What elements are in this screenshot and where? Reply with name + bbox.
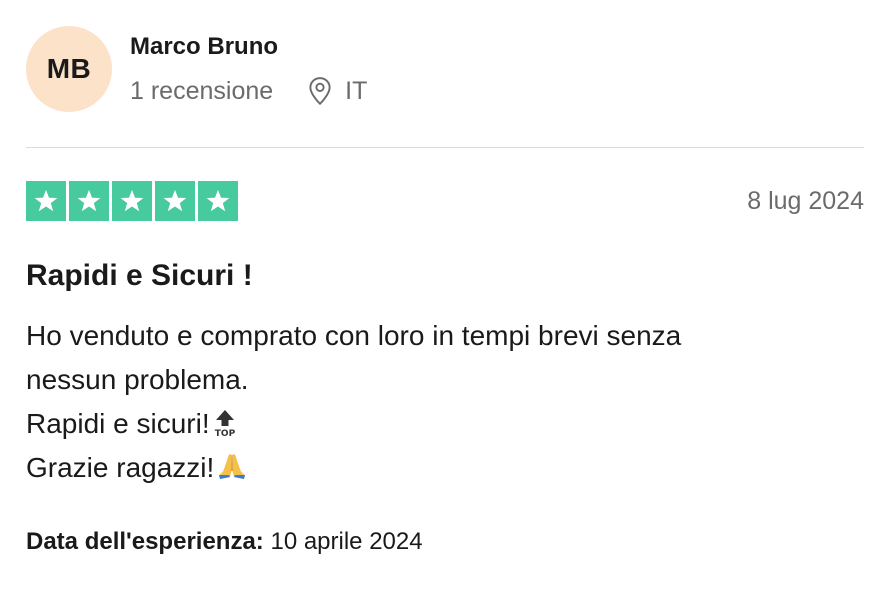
review-line: Grazie ragazzi! [26,452,215,483]
star-2 [69,181,109,221]
reviewer-meta: 1 recensione IT [130,76,367,106]
review-date: 8 lug 2024 [747,186,864,215]
star-icon [163,189,187,212]
experience-date-row: Data dell'esperienza: 10 aprile 2024 [26,526,423,558]
star-rating [26,181,238,221]
review-line: Rapidi e sicuri! [26,408,210,439]
experience-date: 10 aprile 2024 [270,528,423,555]
review-card: MB Marco Bruno 1 recensione IT 8 lug 202… [26,26,864,555]
star-5 [198,181,238,221]
map-pin-icon [309,77,331,105]
reviewer-country: IT [345,77,368,105]
review-body: Ho venduto e comprato con loro in tempi … [26,314,864,490]
star-icon [120,189,144,212]
star-1 [26,181,66,221]
review-line: nessun problema. [26,364,249,395]
top-arrow-emoji: TOP [214,410,235,437]
star-icon [34,189,58,212]
review-line-with-emoji: Grazie ragazzi! [26,446,864,490]
divider [26,147,864,148]
review-title[interactable]: Rapidi e Sicuri ! [26,258,253,294]
star-icon [206,189,230,212]
experience-label: Data dell'esperienza: [26,528,264,555]
star-icon [77,189,101,212]
star-3 [112,181,152,221]
reviewer-location: IT [307,76,367,106]
review-line-with-emoji: Rapidi e sicuri! TOP [26,402,864,446]
avatar[interactable]: MB [26,26,112,112]
svg-text:TOP: TOP [214,429,235,437]
reviewer-info: Marco Bruno 1 recensione IT [130,26,367,106]
reviewer-name[interactable]: Marco Bruno [130,32,367,62]
reviews-count: 1 recensione [130,77,274,105]
star-4 [155,181,195,221]
rating-row: 8 lug 2024 [26,181,864,221]
folded-hands-emoji [219,454,246,479]
reviewer-header: MB Marco Bruno 1 recensione IT [26,26,864,116]
review-line: Ho venduto e comprato con loro in tempi … [26,320,682,351]
